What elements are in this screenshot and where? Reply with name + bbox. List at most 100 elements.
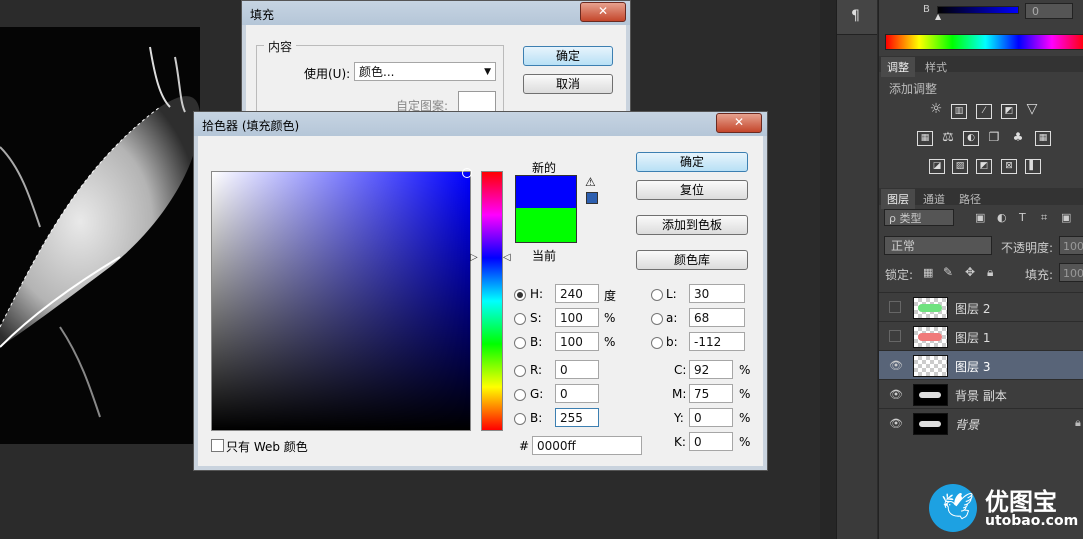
radio-blue[interactable] (514, 413, 526, 425)
lock-all-icon[interactable]: 🔒︎ (987, 265, 993, 280)
hue-slider-left-arrow[interactable]: ▷ (470, 252, 478, 263)
filter-shape-icon[interactable]: ⌗ (1041, 211, 1047, 225)
slider-value[interactable]: 0 (1025, 3, 1073, 19)
eye-icon[interactable]: 👁︎ (889, 359, 903, 372)
filter-adjustment-icon[interactable]: ◐ (997, 211, 1007, 224)
layer-kind-filter[interactable]: ρ 类型 (884, 209, 954, 226)
hue-saturation-icon[interactable]: ▦ (917, 131, 933, 146)
saturation-input[interactable]: 100 (555, 308, 599, 327)
hue-slider[interactable] (481, 171, 503, 431)
web-only-checkbox[interactable] (211, 439, 224, 452)
photo-filter-icon[interactable]: ❐ (987, 131, 1001, 144)
cyan-input[interactable]: 92 (689, 360, 733, 379)
filter-smart-object-icon[interactable]: ▣ (1061, 211, 1071, 224)
tab-adjustments[interactable]: 调整 (881, 57, 915, 77)
picker-close-button[interactable]: ✕ (716, 113, 762, 133)
paragraph-panel-button[interactable]: ¶ (837, 0, 877, 35)
radio-a[interactable] (651, 313, 663, 325)
blue-slider-track[interactable] (937, 6, 1019, 14)
radio-saturation[interactable] (514, 313, 526, 325)
filter-type-icon[interactable]: T (1019, 211, 1026, 224)
levels-icon[interactable]: ▥ (951, 104, 967, 119)
lock-move-icon[interactable]: ✥ (965, 265, 975, 279)
fill-value[interactable]: 100 (1059, 263, 1083, 282)
add-adjustment-label: 添加调整 (889, 82, 938, 96)
black-unit: % (739, 435, 751, 449)
lock-transparent-icon[interactable]: ▦ (923, 266, 933, 279)
opacity-value[interactable]: 100 (1059, 236, 1083, 255)
picker-ok-button[interactable]: 确定 (636, 152, 748, 172)
blend-mode-select[interactable]: 正常 (884, 236, 992, 255)
color-libraries-button[interactable]: 颜色库 (636, 250, 748, 270)
eye-icon[interactable]: 👁︎ (889, 388, 903, 401)
radio-hue[interactable] (514, 289, 526, 301)
saturation-brightness-field[interactable] (211, 168, 472, 431)
radio-lightness[interactable] (651, 289, 663, 301)
black-input[interactable]: 0 (689, 432, 733, 451)
fill-label: 填充: (1025, 268, 1054, 282)
curves-icon[interactable]: ⁄ (976, 104, 992, 119)
black-white-icon[interactable]: ◐ (963, 131, 979, 146)
blue-input[interactable]: 255 (555, 408, 599, 427)
radio-brightness[interactable] (514, 337, 526, 349)
green-input[interactable]: 0 (555, 384, 599, 403)
picker-reset-button[interactable]: 复位 (636, 180, 748, 200)
current-color-swatch[interactable] (515, 208, 577, 243)
exposure-icon[interactable]: ◩ (1001, 104, 1017, 119)
invert-icon[interactable]: ◪ (929, 159, 945, 174)
color-spectrum-bar[interactable] (885, 34, 1083, 50)
visibility-toggle-off[interactable] (889, 301, 901, 313)
color-lookup-icon[interactable]: ▦ (1035, 131, 1051, 146)
visibility-toggle-off[interactable] (889, 330, 901, 342)
channel-mixer-icon[interactable]: ♣ (1011, 131, 1025, 144)
fill-dialog-titlebar[interactable]: 填充 ✕ (242, 1, 630, 25)
lock-paint-icon[interactable]: ✎ (943, 265, 953, 279)
radio-b-lab[interactable] (651, 337, 663, 349)
fill-cancel-button[interactable]: 取消 (523, 74, 613, 94)
tab-paths[interactable]: 路径 (953, 189, 987, 209)
lightness-input[interactable]: 30 (689, 284, 745, 303)
magenta-input[interactable]: 75 (689, 384, 733, 403)
radio-red[interactable] (514, 365, 526, 377)
brightness-icon[interactable]: ☼ (929, 102, 943, 116)
vibrance-icon[interactable]: ▽ (1025, 102, 1039, 116)
slider-handle-icon[interactable]: ▲ (935, 12, 941, 21)
color-field-cursor[interactable] (462, 168, 472, 178)
picker-titlebar[interactable]: 拾色器 (填充颜色) ✕ (194, 112, 767, 136)
use-select[interactable]: 颜色... ▼ (354, 62, 496, 81)
gradient-map-icon[interactable]: ▌ (1025, 159, 1041, 174)
layer-row-layer3[interactable]: 👁︎ 图层 3 (879, 350, 1083, 379)
yellow-input[interactable]: 0 (689, 408, 733, 427)
red-input[interactable]: 0 (555, 360, 599, 379)
add-to-swatches-button[interactable]: 添加到色板 (636, 215, 748, 235)
layer-row-layer1[interactable]: 图层 1 (879, 321, 1083, 350)
fill-dialog: 填充 ✕ 内容 使用(U): 颜色... ▼ 自定图案: 确定 取消 (241, 0, 631, 117)
watermark-brand: 优图宝 (985, 488, 1057, 516)
brightness-input[interactable]: 100 (555, 332, 599, 351)
selective-color-icon[interactable]: ⊠ (1001, 159, 1017, 174)
eye-icon[interactable]: 👁︎ (889, 417, 903, 430)
layer-row-layer2[interactable]: 图层 2 (879, 292, 1083, 321)
filter-pixel-icon[interactable]: ▣ (975, 211, 985, 224)
a-input[interactable]: 68 (689, 308, 745, 327)
fill-ok-button[interactable]: 确定 (523, 46, 613, 66)
hue-slider-right-arrow[interactable]: ◁ (503, 252, 511, 263)
hue-input[interactable]: 240 (555, 284, 599, 303)
gamut-color-swatch[interactable] (586, 192, 598, 204)
watermark-bird-logo: 🕊︎ (929, 484, 977, 532)
k-label: K: (674, 435, 686, 449)
tab-styles[interactable]: 样式 (919, 57, 953, 77)
tab-layers[interactable]: 图层 (881, 189, 915, 209)
b-lab-input[interactable]: -112 (689, 332, 745, 351)
posterize-icon[interactable]: ▨ (952, 159, 968, 174)
tab-channels[interactable]: 通道 (917, 189, 951, 209)
out-of-gamut-warning-icon[interactable]: ⚠ (585, 175, 596, 189)
radio-green[interactable] (514, 389, 526, 401)
layer-row-background-copy[interactable]: 👁︎ 背景 副本 (879, 379, 1083, 408)
color-balance-icon[interactable]: ⚖ (941, 131, 955, 144)
threshold-icon[interactable]: ◩ (976, 159, 992, 174)
hex-input[interactable]: 0000ff (532, 436, 642, 455)
layer-row-background[interactable]: 👁︎ 背景 🔒︎ (879, 408, 1083, 437)
canvas-image[interactable] (0, 27, 200, 444)
fill-dialog-close-button[interactable]: ✕ (580, 2, 626, 22)
